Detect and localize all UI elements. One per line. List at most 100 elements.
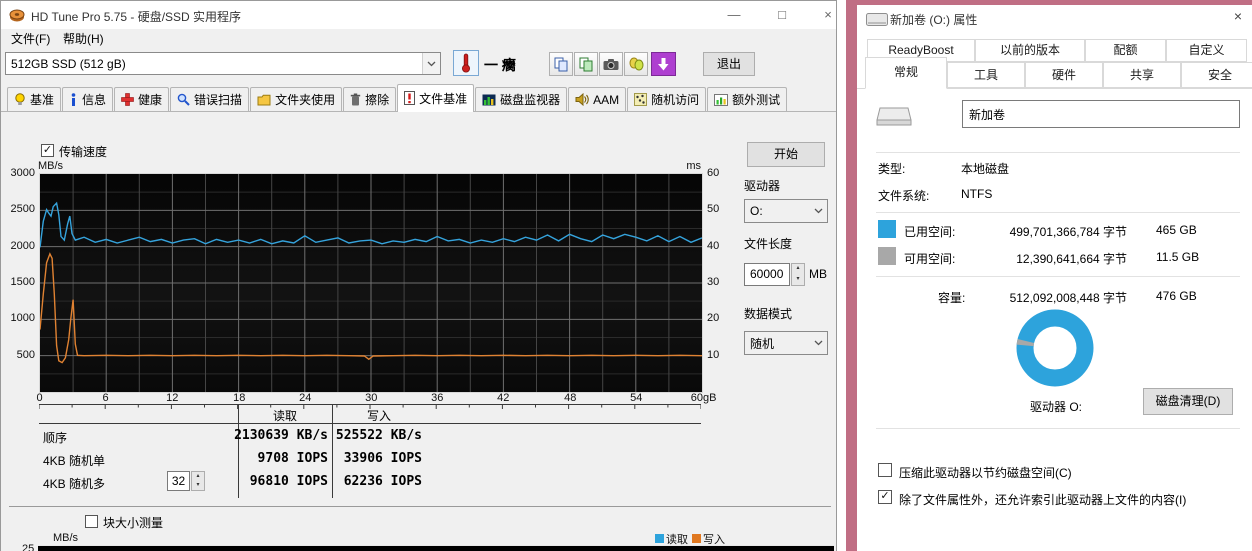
type-value: 本地磁盘 bbox=[961, 162, 1010, 176]
health-cross-icon bbox=[121, 93, 134, 106]
tab-file-benchmark[interactable]: 文件基准 bbox=[397, 84, 475, 112]
y-tick-right: 40 bbox=[707, 240, 720, 252]
tab-customize[interactable]: 自定义 bbox=[1166, 39, 1247, 62]
y-tick-right: 50 bbox=[707, 203, 720, 215]
x-tick: 18 bbox=[233, 392, 246, 404]
drive-dropdown[interactable]: O: bbox=[744, 199, 828, 223]
x-tick: 30 bbox=[365, 392, 378, 404]
tab-folder-usage[interactable]: 文件夹使用 bbox=[250, 87, 343, 112]
compress-checkbox[interactable] bbox=[878, 463, 892, 477]
hands-icon bbox=[629, 57, 643, 71]
x-tick: 6 bbox=[102, 392, 109, 404]
index-checkbox[interactable]: ✓ bbox=[878, 490, 892, 504]
disk-cleanup-button[interactable]: 磁盘清理(D) bbox=[1143, 388, 1233, 415]
tab-aam[interactable]: AAM bbox=[568, 87, 627, 112]
tab-general[interactable]: 常规 bbox=[865, 57, 947, 89]
tab-benchmark[interactable]: 基准 bbox=[7, 87, 62, 112]
copy-text-button[interactable] bbox=[549, 52, 573, 76]
y-tick-right: 20 bbox=[707, 312, 720, 324]
chevron-down-icon[interactable] bbox=[810, 332, 827, 354]
bar-chart-icon bbox=[482, 94, 496, 105]
down-arrow-icon bbox=[658, 57, 669, 70]
tab-previous-versions[interactable]: 以前的版本 bbox=[975, 39, 1085, 62]
block-size-label: 块大小测量 bbox=[103, 516, 164, 530]
download-button[interactable] bbox=[651, 52, 676, 76]
row-sequential-write: 525522 KB/s bbox=[335, 428, 422, 443]
tab-health[interactable]: 健康 bbox=[114, 87, 170, 112]
trash-icon bbox=[350, 93, 361, 106]
maximize-icon[interactable]: □ bbox=[767, 6, 797, 24]
tab-hardware[interactable]: 硬件 bbox=[1025, 62, 1103, 88]
chevron-down-icon[interactable] bbox=[422, 53, 440, 74]
row-4k-multi-write: 62236 IOPS bbox=[343, 474, 422, 489]
chevron-down-icon[interactable] bbox=[810, 200, 827, 222]
capacity-size: 476 GB bbox=[1156, 289, 1197, 303]
filesystem-label: 文件系统: bbox=[878, 189, 930, 203]
bottom-chart-strip bbox=[38, 545, 834, 551]
tab-extra-tests[interactable]: 额外测试 bbox=[707, 87, 788, 112]
check-icon: ✓ bbox=[42, 144, 53, 156]
x-tick: 0 bbox=[36, 392, 43, 404]
y-axis-right-ticks: 10 20 30 40 50 60 bbox=[704, 167, 734, 391]
y-tick: 2000 bbox=[10, 240, 35, 252]
file-length-input[interactable]: 60000 bbox=[744, 263, 790, 286]
x-tick: 12 bbox=[166, 392, 179, 404]
menu-file[interactable]: 文件(F) bbox=[7, 31, 54, 47]
x-tick: 36 bbox=[431, 392, 444, 404]
close-icon[interactable]: × bbox=[1228, 8, 1248, 24]
spinner-down-icon[interactable]: ▾ bbox=[792, 275, 804, 286]
used-space-size: 465 GB bbox=[1156, 223, 1197, 237]
exit-button[interactable]: 退出 bbox=[703, 52, 755, 76]
x-tick: 24 bbox=[299, 392, 312, 404]
start-button[interactable]: 开始 bbox=[747, 142, 825, 167]
free-space-size: 11.5 GB bbox=[1156, 250, 1200, 264]
tab-erase[interactable]: 擦除 bbox=[343, 87, 397, 112]
file-length-label: 文件长度 bbox=[744, 237, 793, 251]
file-benchmark-icon bbox=[404, 91, 416, 105]
block-size-checkbox[interactable] bbox=[85, 515, 98, 528]
copy-image-button[interactable] bbox=[574, 52, 598, 76]
capacity-label: 容量: bbox=[938, 291, 966, 305]
tab-sharing[interactable]: 共享 bbox=[1103, 62, 1181, 88]
tab-security[interactable]: 安全 bbox=[1181, 62, 1252, 88]
close-icon[interactable]: × bbox=[813, 6, 843, 24]
spinner-up-icon[interactable]: ▴ bbox=[792, 264, 804, 275]
row-4k-single-write: 33906 IOPS bbox=[343, 451, 422, 466]
temperature-button[interactable] bbox=[453, 50, 479, 76]
copy-icon bbox=[554, 57, 567, 71]
free-space-label: 可用空间: bbox=[904, 252, 956, 266]
row-4k-multi-label: 4KB 随机多 bbox=[43, 477, 106, 491]
x-tick: 42 bbox=[497, 392, 510, 404]
data-mode-value: 随机 bbox=[750, 336, 775, 351]
used-space-label: 已用空间: bbox=[904, 225, 956, 239]
tab-quota[interactable]: 配额 bbox=[1085, 39, 1166, 62]
drive-select[interactable]: 512GB SSD (512 gB) bbox=[5, 52, 441, 75]
row-sequential-label: 顺序 bbox=[43, 431, 68, 445]
tab-info[interactable]: 信息 bbox=[62, 87, 114, 112]
col-header-read: 读取 bbox=[272, 409, 297, 423]
transfer-speed-chart bbox=[39, 173, 703, 393]
minimize-icon[interactable]: — bbox=[719, 6, 749, 24]
transfer-speed-checkbox[interactable]: ✓ bbox=[41, 144, 54, 157]
save-button[interactable] bbox=[624, 52, 648, 76]
tab-error-scan[interactable]: 错误扫描 bbox=[170, 87, 250, 112]
x-tick: 60gB bbox=[690, 392, 717, 404]
y-tick-right: 10 bbox=[707, 349, 720, 361]
tab-tools[interactable]: 工具 bbox=[947, 62, 1025, 88]
y-left-unit: MB/s bbox=[38, 160, 64, 172]
tab-random-access[interactable]: 随机访问 bbox=[627, 87, 707, 112]
y-tick: 3000 bbox=[10, 167, 35, 179]
queue-depth-input[interactable]: 32 bbox=[167, 471, 190, 491]
drive-caption: 驱动器 O: bbox=[1029, 400, 1082, 414]
properties-window-title: 新加卷 (O:) 属性 bbox=[890, 13, 978, 27]
data-mode-dropdown[interactable]: 随机 bbox=[744, 331, 828, 355]
file-length-stepper[interactable]: ▴ ▾ bbox=[791, 263, 805, 286]
tab-disk-monitor[interactable]: 磁盘监视器 bbox=[475, 87, 568, 112]
x-tick: 54 bbox=[630, 392, 643, 404]
data-mode-label: 数据模式 bbox=[744, 307, 793, 321]
screenshot-button[interactable] bbox=[599, 52, 623, 76]
menu-help[interactable]: 帮助(H) bbox=[59, 31, 108, 47]
volume-name-input[interactable] bbox=[962, 100, 1240, 128]
bulb-icon bbox=[15, 93, 25, 105]
separator bbox=[876, 152, 1240, 153]
